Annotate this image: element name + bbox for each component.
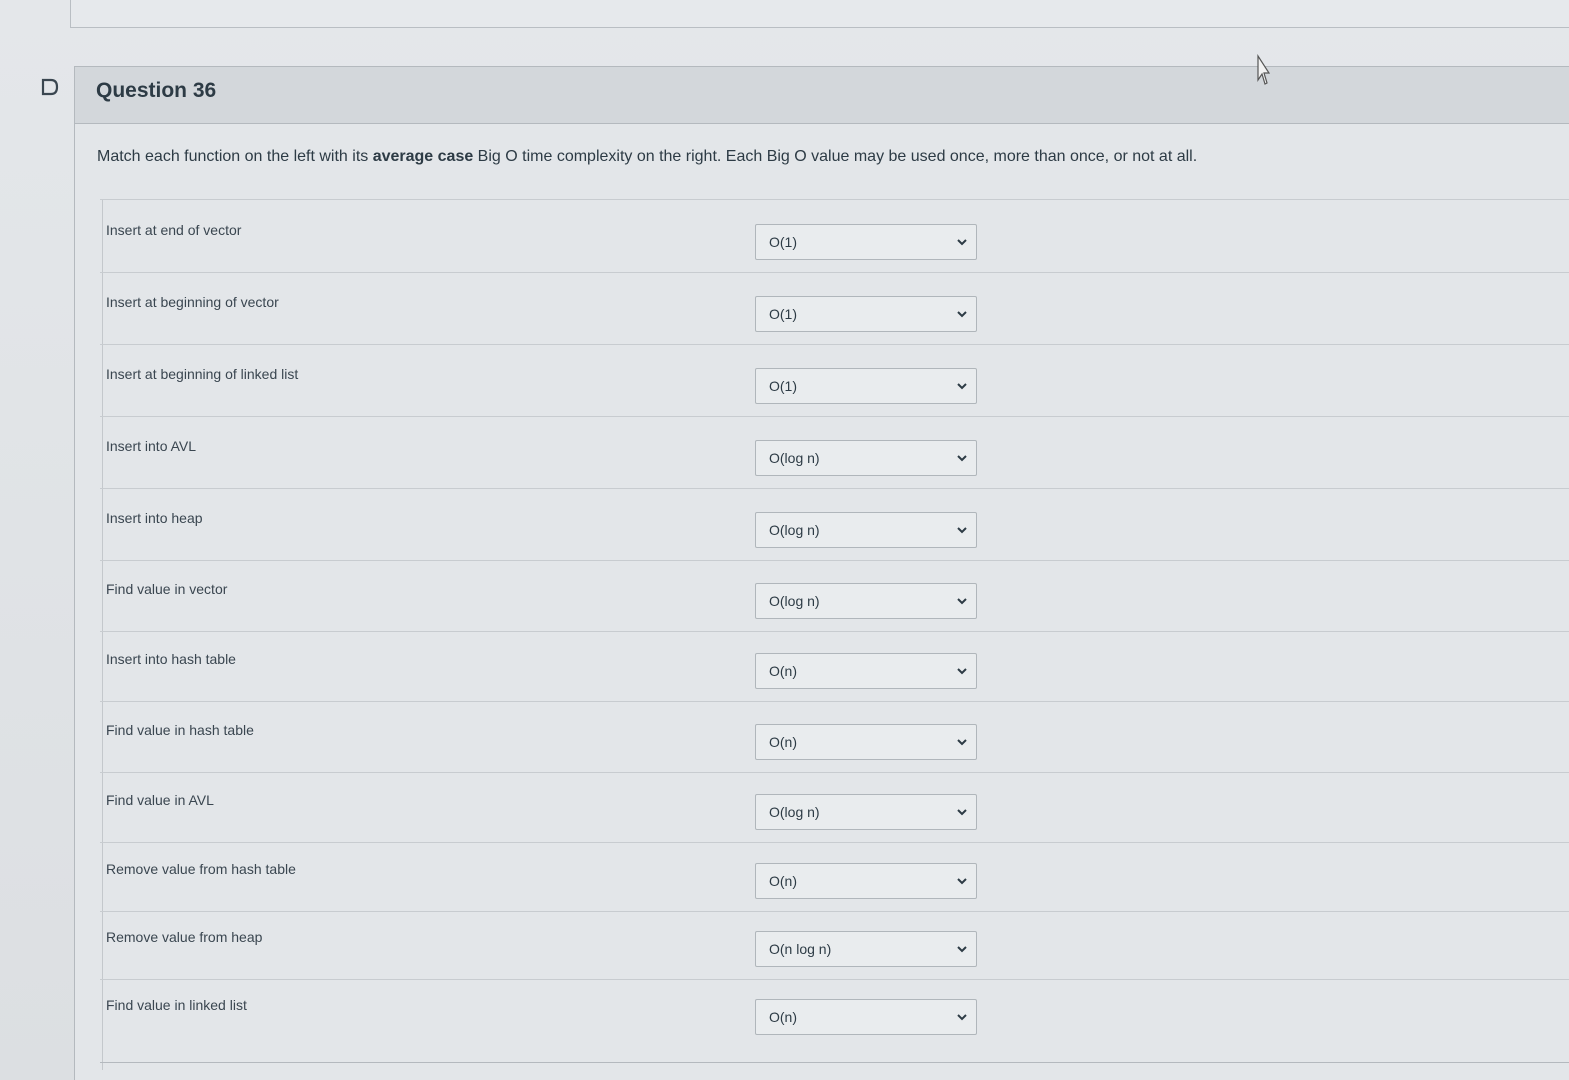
selected-complexity: O(log n): [769, 522, 820, 538]
complexity-select[interactable]: O(log n): [755, 583, 977, 619]
chevron-down-icon: [957, 739, 967, 746]
complexity-select[interactable]: O(1): [755, 368, 977, 404]
selected-complexity: O(n): [769, 734, 797, 750]
match-row: Insert at beginning of vector O(1): [100, 274, 1569, 345]
function-label: Find value in linked list: [106, 997, 247, 1013]
selected-complexity: O(n): [769, 873, 797, 889]
match-row: Insert into AVL O(log n): [100, 418, 1569, 489]
function-label: Find value in hash table: [106, 722, 254, 738]
function-label: Remove value from heap: [106, 929, 263, 945]
complexity-select[interactable]: O(log n): [755, 512, 977, 548]
match-row: Find value in linked list O(n): [100, 977, 1569, 1047]
instructions-emphasis: average case: [372, 148, 474, 165]
selected-complexity: O(1): [769, 234, 797, 250]
complexity-select[interactable]: O(log n): [755, 440, 977, 476]
chevron-down-icon: [957, 809, 967, 816]
flag-icon[interactable]: [40, 78, 60, 96]
function-label: Insert at beginning of vector: [106, 294, 279, 310]
complexity-select[interactable]: O(1): [755, 224, 977, 260]
match-row: Find value in AVL O(log n): [100, 772, 1569, 843]
question-instructions: Match each function on the left with its…: [97, 148, 1537, 166]
match-row: Insert at end of vector O(1): [100, 202, 1569, 273]
match-row: Find value in hash table O(n): [100, 702, 1569, 773]
chevron-down-icon: [957, 878, 967, 885]
question-header: Question 36: [75, 67, 1569, 124]
chevron-down-icon: [957, 668, 967, 675]
match-row: Remove value from heap O(n log n): [100, 909, 1569, 980]
complexity-select[interactable]: O(log n): [755, 794, 977, 830]
complexity-select[interactable]: O(n): [755, 653, 977, 689]
function-label: Remove value from hash table: [106, 861, 296, 877]
selected-complexity: O(log n): [769, 804, 820, 820]
function-label: Insert at beginning of linked list: [106, 366, 299, 382]
chevron-down-icon: [957, 455, 967, 462]
previous-question-card: [70, 0, 1569, 28]
selected-complexity: O(1): [769, 378, 797, 394]
match-row: Remove value from hash table O(n): [100, 841, 1569, 912]
instructions-text-start: Match each function on the left with its: [97, 148, 373, 165]
selected-complexity: O(n log n): [769, 941, 832, 957]
quiz-page: Question 36 Match each function on the l…: [0, 0, 1569, 1080]
selected-complexity: O(log n): [769, 450, 820, 466]
function-label: Insert into hash table: [106, 651, 236, 667]
chevron-down-icon: [957, 239, 967, 246]
selected-complexity: O(log n): [769, 593, 820, 609]
matching-list: Insert at end of vector O(1) Insert at b…: [100, 199, 1569, 1080]
chevron-down-icon: [957, 946, 967, 953]
selected-complexity: O(1): [769, 306, 797, 322]
match-row: Insert at beginning of linked list O(1): [100, 346, 1569, 417]
function-label: Find value in AVL: [106, 792, 214, 808]
divider: [100, 199, 1569, 200]
selected-complexity: O(n): [769, 1009, 797, 1025]
complexity-select[interactable]: O(1): [755, 296, 977, 332]
question-title: Question 36: [96, 79, 217, 102]
chevron-down-icon: [957, 527, 967, 534]
selected-complexity: O(n): [769, 663, 797, 679]
chevron-down-icon: [957, 1014, 967, 1021]
function-label: Insert at end of vector: [106, 222, 242, 238]
instructions-text-end: Big O time complexity on the right. Each…: [473, 148, 1198, 165]
chevron-down-icon: [957, 383, 967, 390]
chevron-down-icon: [957, 598, 967, 605]
match-row: Find value in vector O(log n): [100, 561, 1569, 632]
complexity-select[interactable]: O(n): [755, 863, 977, 899]
complexity-select[interactable]: O(n log n): [755, 931, 977, 967]
match-row: Insert into heap O(log n): [100, 490, 1569, 561]
chevron-down-icon: [957, 311, 967, 318]
function-label: Insert into AVL: [106, 438, 197, 454]
match-row: Insert into hash table O(n): [100, 631, 1569, 702]
complexity-select[interactable]: O(n): [755, 999, 977, 1035]
function-label: Find value in vector: [106, 581, 228, 597]
mouse-cursor-icon: [1250, 53, 1271, 90]
complexity-select[interactable]: O(n): [755, 724, 977, 760]
function-label: Insert into heap: [106, 510, 203, 526]
question-card-bottom-border: [100, 1062, 1569, 1063]
